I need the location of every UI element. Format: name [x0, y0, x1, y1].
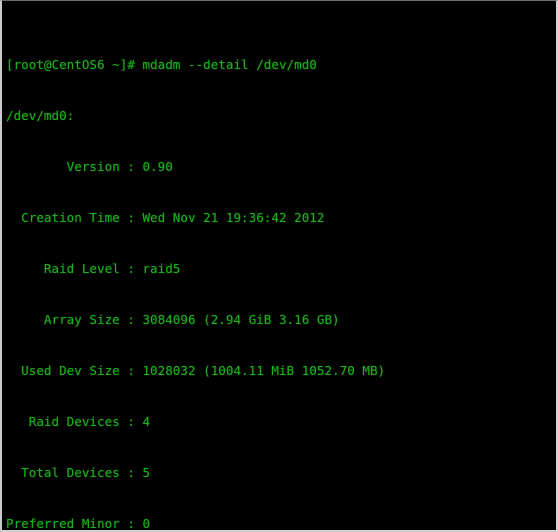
device-header-line: /dev/md0:	[6, 108, 75, 123]
field-raid-level-line: Raid Level : raid5	[6, 261, 181, 276]
terminal-window: [root@CentOS6 ~]# mdadm --detail /dev/md…	[0, 0, 558, 532]
field-preferred-minor-line: Preferred Minor : 0	[6, 516, 151, 531]
command-line: [root@CentOS6 ~]# mdadm --detail /dev/md…	[6, 57, 317, 72]
field-used-dev-size-line: Used Dev Size : 1028032 (1004.11 MiB 105…	[6, 363, 386, 378]
field-creation-time-line: Creation Time : Wed Nov 21 19:36:42 2012	[6, 210, 325, 225]
field-array-size-line: Array Size : 3084096 (2.94 GiB 3.16 GB)	[6, 312, 340, 327]
field-version-line: Version : 0.90	[6, 159, 173, 174]
field-total-devices-line: Total Devices : 5	[6, 465, 151, 480]
field-raid-devices-line: Raid Devices : 4	[6, 414, 151, 429]
terminal-screen[interactable]: [root@CentOS6 ~]# mdadm --detail /dev/md…	[2, 1, 556, 530]
